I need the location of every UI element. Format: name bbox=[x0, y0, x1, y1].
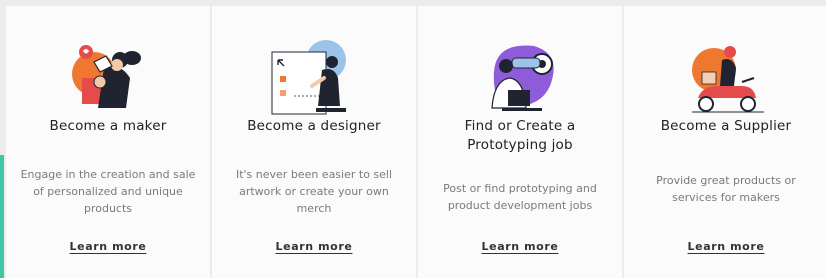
card-title: Find or Create a Prototyping job bbox=[464, 118, 576, 153]
card-prototyping: Find or Create a Prototyping job Post or… bbox=[418, 6, 622, 278]
card-description: Post or find prototyping and product dev… bbox=[443, 182, 597, 212]
card-description: Engage in the creation and sale of perso… bbox=[20, 168, 196, 215]
learn-more-link[interactable]: Learn more bbox=[482, 240, 559, 253]
card-title: Become a Supplier bbox=[660, 118, 792, 134]
learn-more-link[interactable]: Learn more bbox=[688, 240, 765, 253]
card-supplier: Become a Supplier Provide great products… bbox=[624, 6, 826, 278]
card-row: Become a maker Engage in the creation an… bbox=[6, 6, 826, 278]
designer-illustration-icon bbox=[271, 40, 346, 115]
card-designer: Become a designer It's never been easier… bbox=[212, 6, 416, 278]
maker-illustration-icon bbox=[72, 45, 141, 108]
card-maker: Become a maker Engage in the creation an… bbox=[6, 6, 210, 278]
learn-more-link[interactable]: Learn more bbox=[70, 240, 147, 253]
card-description: Provide great products or services for m… bbox=[656, 174, 796, 204]
learn-more-link[interactable]: Learn more bbox=[276, 240, 353, 253]
card-title: Become a maker bbox=[49, 118, 167, 134]
supplier-illustration-icon bbox=[692, 46, 764, 113]
accent-bar bbox=[0, 155, 4, 278]
card-description: It's never been easier to sell artwork o… bbox=[235, 168, 393, 215]
prototyping-illustration-icon bbox=[491, 45, 554, 111]
card-title: Become a designer bbox=[247, 118, 381, 134]
